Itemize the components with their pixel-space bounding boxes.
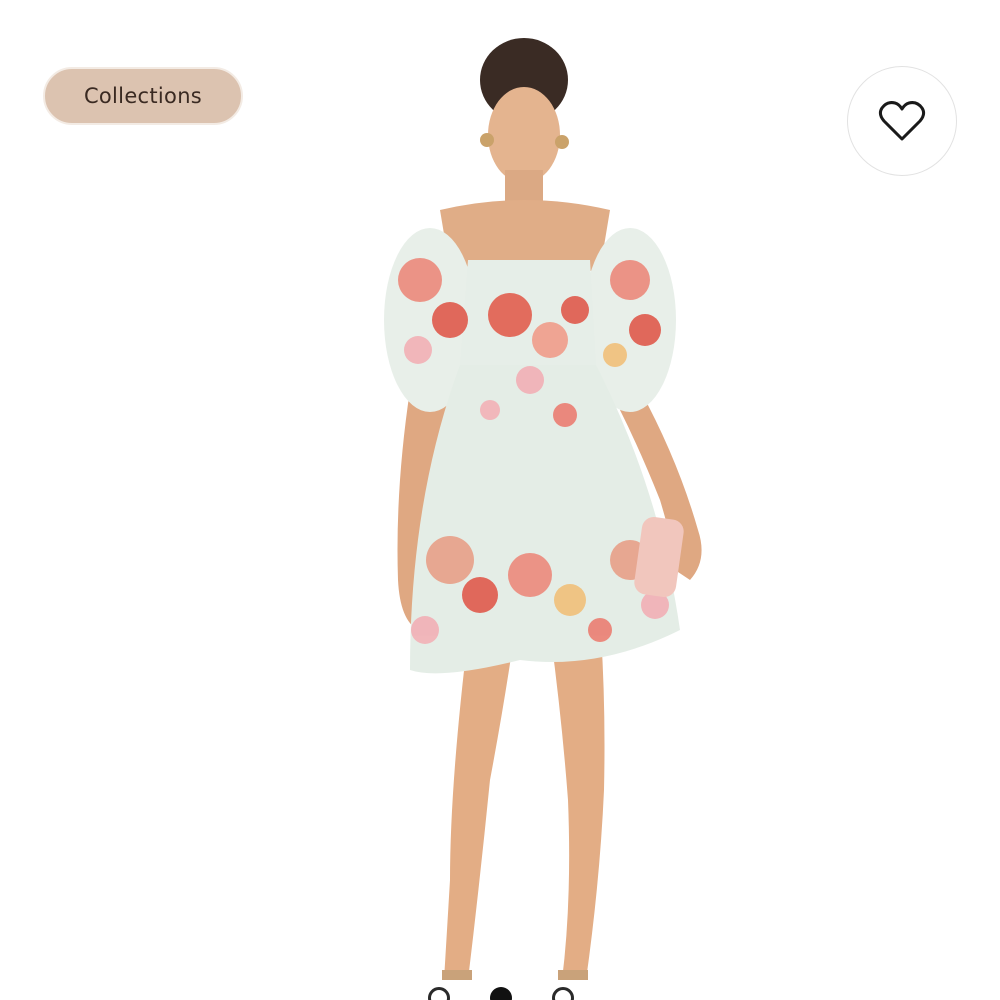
collections-button[interactable]: Collections <box>43 67 243 125</box>
face-shape <box>488 87 560 183</box>
left-leg <box>444 620 515 980</box>
product-screen: Collections <box>0 0 1000 1000</box>
carousel-pagination <box>420 984 590 1000</box>
carousel-dot[interactable] <box>428 987 450 1000</box>
product-photo[interactable] <box>300 20 740 1000</box>
right-leg <box>550 620 605 980</box>
carousel-dot-active[interactable] <box>490 987 512 1000</box>
like-button[interactable] <box>847 66 957 176</box>
carousel-dot[interactable] <box>552 987 574 1000</box>
heart-outline-icon <box>878 101 926 141</box>
